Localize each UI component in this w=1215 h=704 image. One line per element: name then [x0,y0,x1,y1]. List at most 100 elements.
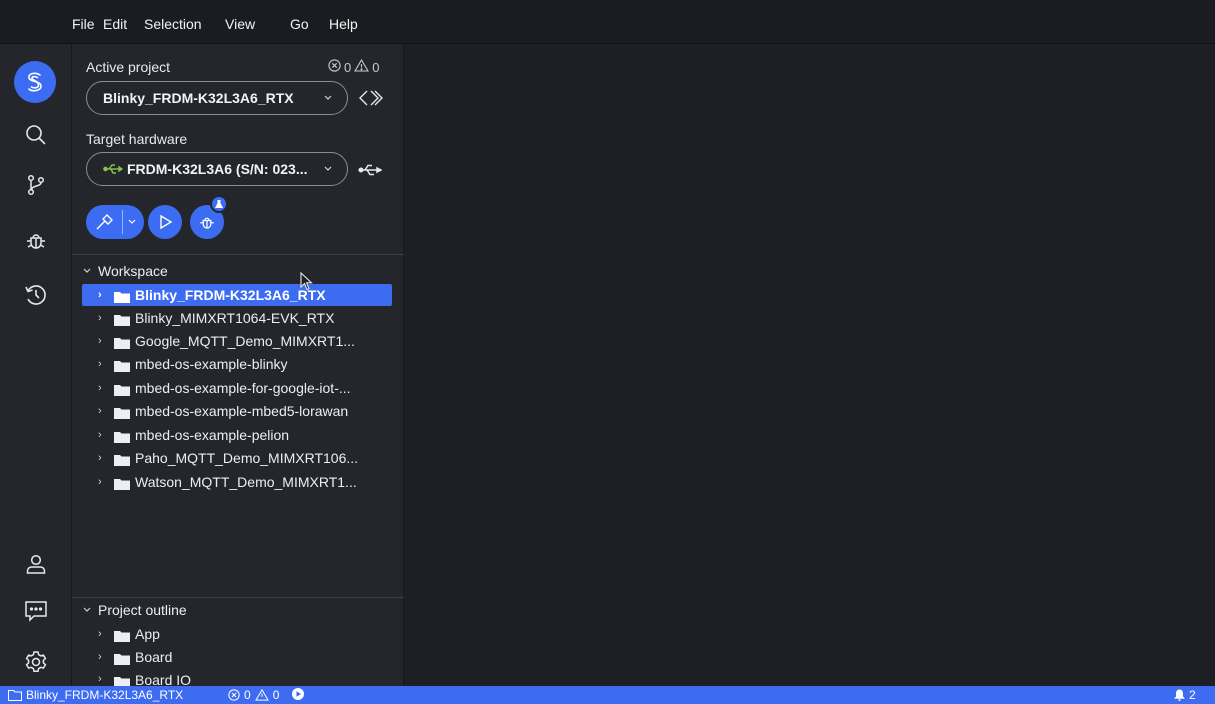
bell-icon [1174,689,1185,701]
debug-icon[interactable] [14,218,58,262]
item-label: mbed-os-example-pelion [135,427,290,443]
item-label: Paho_MQTT_Demo_MIMXRT106... [135,450,359,466]
play-icon [156,213,174,231]
item-label: Blinky_FRDM-K32L3A6_RTX [135,287,326,303]
chevron-right-icon: › [98,628,102,640]
folder-icon [114,430,130,443]
active-project-value: Blinky_FRDM-K32L3A6_RTX [103,90,294,106]
account-icon[interactable] [14,542,58,586]
item-label: App [135,626,160,642]
workspace-title: Workspace [98,263,168,279]
menu-file[interactable]: File [72,16,95,32]
search-icon[interactable] [14,113,58,157]
folder-icon [114,336,130,349]
chevron-right-icon: › [98,289,102,301]
chevron-down-icon[interactable] [127,214,137,230]
item-label: Board IO [135,672,192,686]
settings-icon[interactable] [14,640,58,684]
item-label: mbed-os-example-for-google-iot-... [135,380,351,396]
menu-go[interactable]: Go [290,16,309,32]
workspace-item[interactable]: › mbed-os-example-mbed5-lorawan [82,400,392,422]
status-warning-count: 0 [272,688,280,702]
chevron-right-icon: › [98,452,102,464]
folder-icon [114,313,130,326]
chevron-right-icon: › [98,382,102,394]
status-run-icon[interactable] [292,688,304,700]
chevron-right-icon: › [98,673,102,685]
chevron-right-icon: › [98,651,102,663]
folder-icon [114,406,130,419]
error-count: 0 [344,59,352,75]
notification-count: 2 [1189,688,1196,702]
item-label: Board [135,649,173,665]
chevron-right-icon: › [98,358,102,370]
status-project-name: Blinky_FRDM-K32L3A6_RTX [26,688,184,702]
chevron-right-icon: › [98,429,102,441]
chevron-down-icon [82,604,92,616]
divider [72,597,404,598]
workspace-item[interactable]: › Watson_MQTT_Demo_MIMXRT1... [82,471,392,493]
chevron-down-icon [323,90,333,109]
folder-icon [114,290,130,303]
project-outline-title: Project outline [98,602,187,618]
status-bar: Blinky_FRDM-K32L3A6_RTX 0 0 2 [0,686,1215,704]
project-manager-icon[interactable] [358,89,386,112]
workspace-item[interactable]: › Google_MQTT_Demo_MIMXRT1... [82,330,392,352]
source-control-icon[interactable] [14,163,58,207]
feedback-icon[interactable] [14,589,58,633]
workspace-header[interactable]: Workspace [82,263,168,279]
project-outline-header[interactable]: Project outline [82,602,187,618]
workspace-item[interactable]: › mbed-os-example-pelion [82,424,392,446]
chevron-right-icon: › [98,405,102,417]
hammer-icon [94,212,114,232]
button-divider [122,210,123,234]
divider [72,254,404,255]
status-problems[interactable]: 0 0 [228,688,279,702]
target-hardware-value: FRDM-K32L3A6 (S/N: 023... [127,161,308,177]
warning-icon [254,689,269,701]
target-hardware-label: Target hardware [86,131,188,147]
usb-connect-icon[interactable] [358,162,383,183]
target-hardware-select[interactable]: FRDM-K32L3A6 (S/N: 023... [86,152,348,186]
status-notifications[interactable]: 2 [1174,688,1196,702]
menu-selection[interactable]: Selection [144,16,202,32]
workspace-item[interactable]: › Paho_MQTT_Demo_MIMXRT106... [82,447,392,469]
activity-bar [0,44,72,686]
folder-icon [114,453,130,466]
build-button[interactable] [86,205,144,239]
menu-view[interactable]: View [225,16,255,32]
flask-badge-icon [210,195,228,213]
status-project[interactable]: Blinky_FRDM-K32L3A6_RTX [8,688,183,702]
problem-counts[interactable]: 0 0 [328,58,380,75]
outline-item[interactable]: › Board [82,646,392,668]
history-icon[interactable] [14,273,58,317]
chevron-right-icon: › [98,476,102,488]
workspace-item[interactable]: › mbed-os-example-blinky [82,353,392,375]
item-label: Watson_MQTT_Demo_MIMXRT1... [135,474,357,490]
item-label: mbed-os-example-blinky [135,356,288,372]
mouse-cursor-icon [300,271,314,297]
chevron-down-icon [82,265,92,277]
side-panel: Active project 0 0 Blinky_FRDM-K32L3A6_R… [72,44,404,686]
chevron-right-icon: › [98,312,102,324]
workspace-item[interactable]: › Blinky_FRDM-K32L3A6_RTX [82,284,392,306]
active-project-select[interactable]: Blinky_FRDM-K32L3A6_RTX [86,81,348,115]
outline-item[interactable]: › App [82,623,392,645]
error-icon [328,59,341,75]
workspace-item[interactable]: › mbed-os-example-for-google-iot-... [82,377,392,399]
warning-count: 0 [372,59,380,75]
workspace-item[interactable]: › Blinky_MIMXRT1064-EVK_RTX [82,307,392,329]
folder-icon [114,477,130,490]
menu-edit[interactable]: Edit [103,16,127,32]
outline-item[interactable]: › Board IO [82,669,392,686]
studio-logo-icon[interactable] [14,61,56,103]
menu-bar: File Edit Selection View Go Help [0,0,1215,44]
editor-area [405,44,1215,686]
item-label: Blinky_MIMXRT1064-EVK_RTX [135,310,335,326]
folder-icon [114,383,130,396]
run-button[interactable] [148,205,182,239]
chevron-down-icon [323,161,333,180]
folder-icon [114,629,130,642]
bug-icon [198,213,216,231]
menu-help[interactable]: Help [329,16,358,32]
